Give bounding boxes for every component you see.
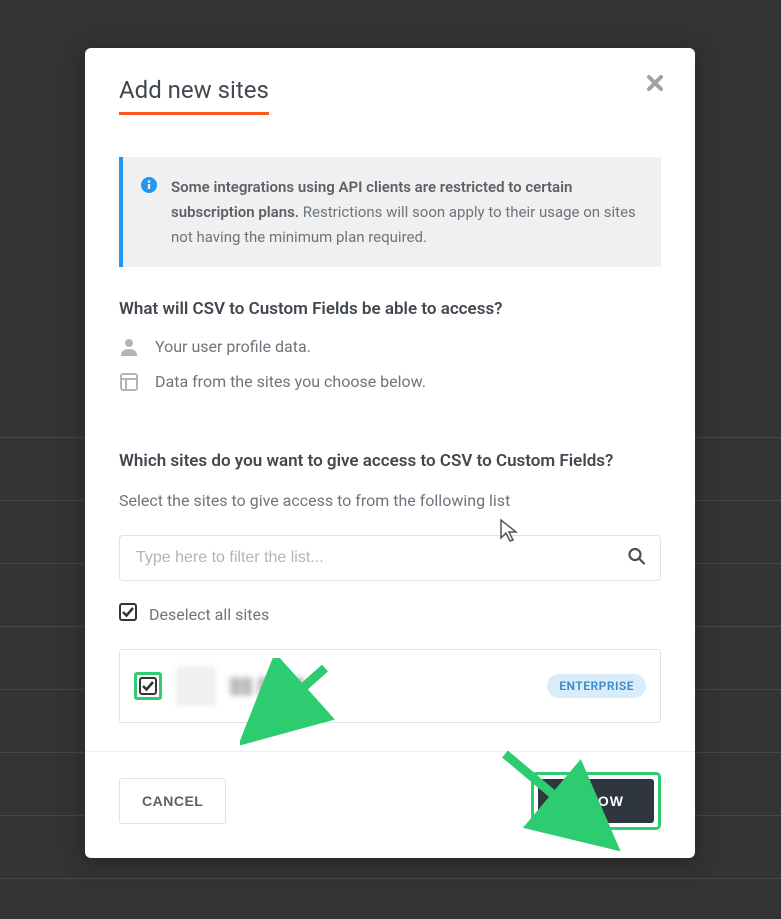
close-icon [645, 73, 665, 93]
site-checkbox[interactable] [139, 677, 157, 695]
filter-wrapper [119, 535, 661, 581]
cancel-button[interactable]: CANCEL [119, 778, 226, 824]
user-icon [119, 338, 139, 356]
modal-body: Some integrations using API clients are … [85, 115, 695, 723]
checkbox-checked-icon [119, 603, 137, 625]
add-sites-modal: Add new sites Some integrations using AP… [85, 48, 695, 858]
access-heading: What will CSV to Custom Fields be able t… [119, 299, 661, 319]
allow-button[interactable]: ALLOW [538, 779, 654, 823]
plan-badge: ENTERPRISE [547, 674, 646, 698]
modal-header: Add new sites [85, 48, 695, 115]
close-button[interactable] [645, 72, 665, 98]
info-text: Some integrations using API clients are … [171, 175, 641, 249]
site-row[interactable]: ██ ████ ENTERPRISE [119, 649, 661, 723]
allow-highlight-annotation: ALLOW [531, 772, 661, 830]
access-label: Your user profile data. [155, 337, 311, 356]
layout-icon [119, 373, 139, 391]
modal-title: Add new sites [119, 76, 269, 115]
deselect-label: Deselect all sites [149, 605, 269, 624]
info-banner: Some integrations using API clients are … [119, 157, 661, 267]
site-avatar [176, 666, 216, 706]
search-icon [628, 548, 645, 569]
check-icon [141, 679, 155, 693]
checkbox-highlight-annotation [134, 672, 162, 700]
site-name: ██ ████ [230, 677, 533, 695]
info-icon [141, 177, 157, 249]
sites-instruction: Select the sites to give access to from … [119, 489, 661, 513]
access-label: Data from the sites you choose below. [155, 372, 426, 391]
sites-heading: Which sites do you want to give access t… [119, 451, 661, 471]
access-item-sites: Data from the sites you choose below. [119, 372, 661, 391]
modal-footer: CANCEL ALLOW [85, 751, 695, 858]
deselect-all[interactable]: Deselect all sites [119, 603, 661, 625]
filter-input[interactable] [119, 535, 661, 581]
access-item-profile: Your user profile data. [119, 337, 661, 356]
